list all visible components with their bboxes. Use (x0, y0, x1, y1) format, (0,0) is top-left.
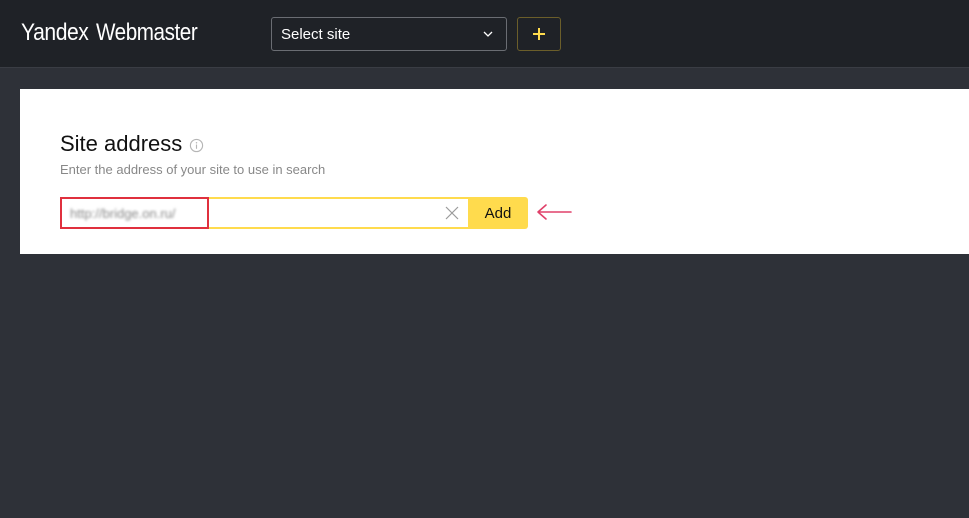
site-select-dropdown[interactable]: Select site (271, 17, 507, 51)
subtitle: Enter the address of your site to use in… (60, 162, 326, 177)
site-address-field[interactable] (60, 197, 468, 229)
top-bar: Yandex Webmaster Select site (0, 0, 969, 68)
logo-product: Webmaster (95, 19, 198, 46)
page-title: Site address (60, 131, 183, 156)
arrow-left-icon (537, 204, 572, 220)
add-button[interactable]: Add (468, 197, 528, 229)
chevron-down-icon (483, 31, 493, 37)
site-select-label: Select site (281, 25, 351, 43)
logo-brand: Yandex (21, 19, 89, 46)
add-site-panel: Site address Enter the address of your s… (20, 89, 969, 254)
add-site-button[interactable] (517, 17, 561, 51)
title-row: Site address (60, 131, 204, 157)
site-address-input[interactable] (62, 199, 432, 227)
info-icon[interactable] (189, 138, 204, 153)
close-icon[interactable] (444, 205, 460, 221)
yandex-webmaster-logo[interactable]: Yandex Webmaster (21, 19, 213, 51)
plus-icon (533, 28, 545, 40)
